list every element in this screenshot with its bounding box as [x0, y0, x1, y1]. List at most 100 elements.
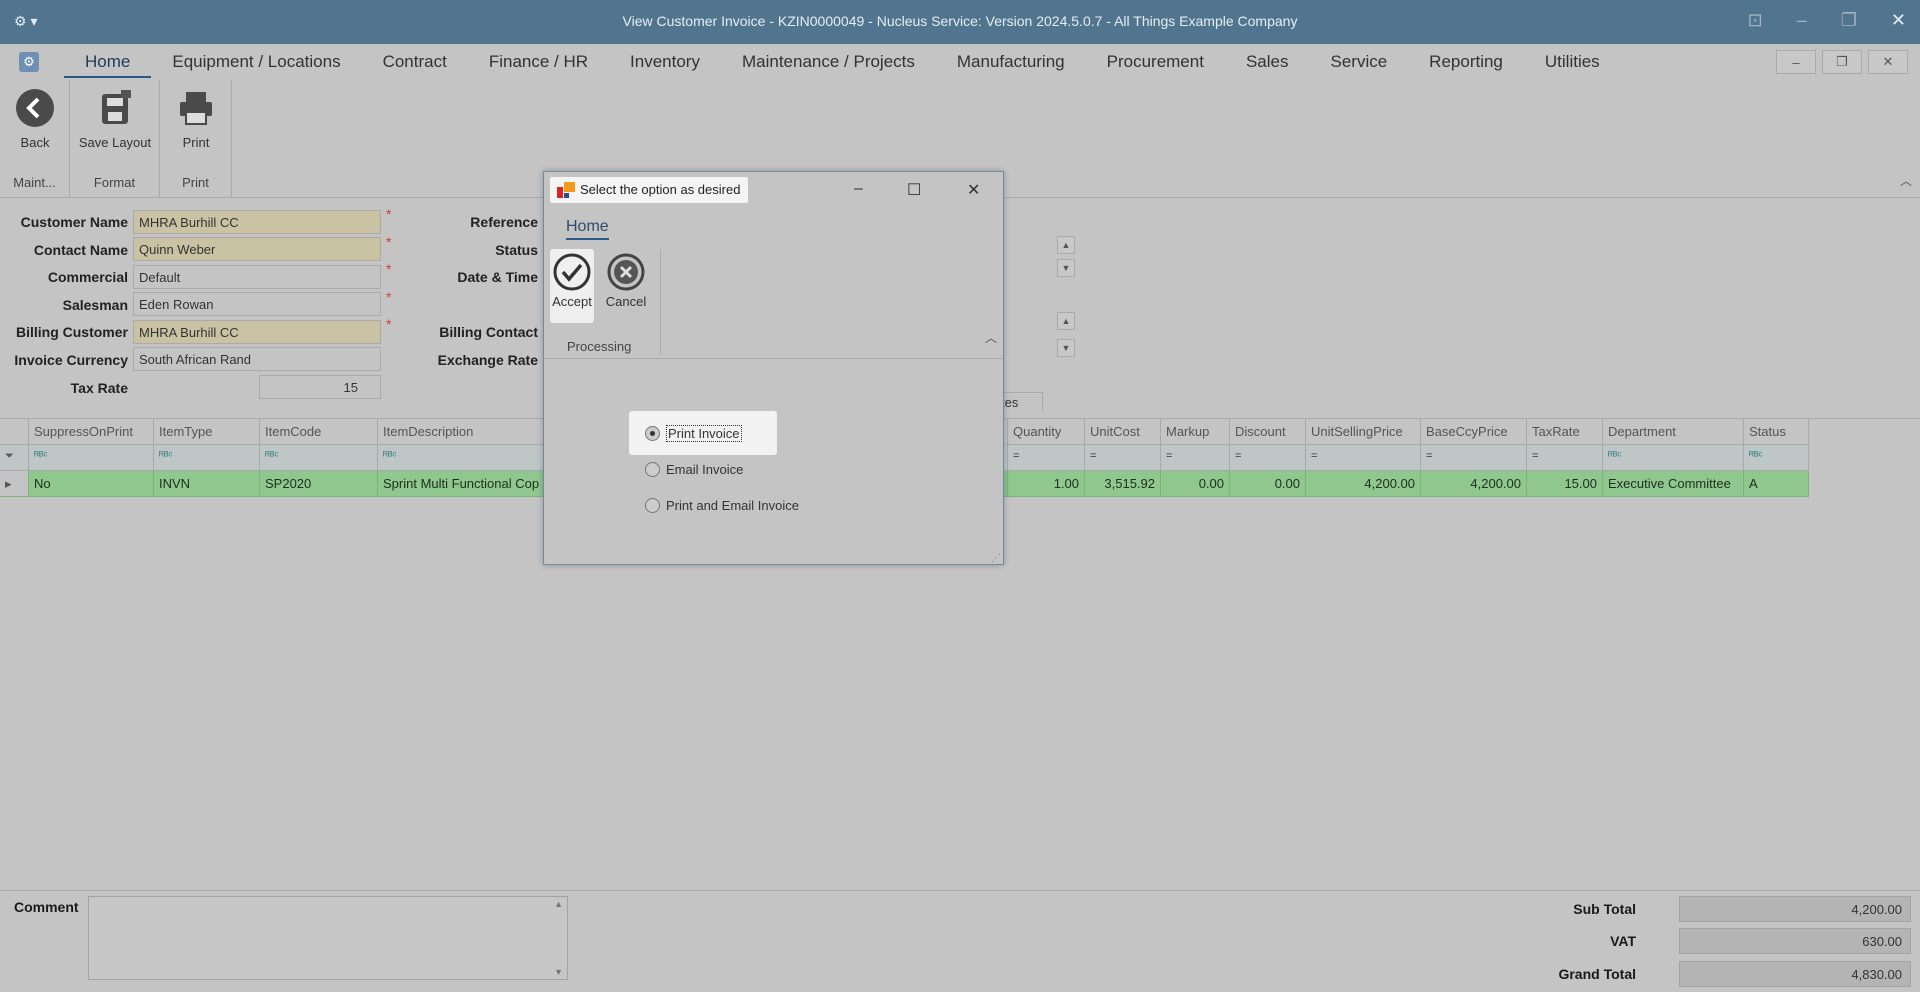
- scroll-down-icon[interactable]: ▼: [1057, 339, 1075, 357]
- filter-cell[interactable]: ᴿᴮᶜ: [1603, 445, 1744, 471]
- filter-cell[interactable]: =: [1306, 445, 1421, 471]
- tab-inventory[interactable]: Inventory: [609, 52, 721, 78]
- close-icon[interactable]: ✕: [1891, 10, 1906, 31]
- exchange-rate-label: Exchange Rate: [437, 352, 538, 368]
- radio-button-icon[interactable]: [645, 498, 660, 513]
- contact-name-field[interactable]: Quinn Weber: [133, 237, 381, 261]
- tax-rate-spinner[interactable]: 15: [259, 375, 381, 399]
- column-header[interactable]: Department: [1603, 419, 1744, 445]
- tab-procurement[interactable]: Procurement: [1086, 52, 1225, 78]
- cancel-label: Cancel: [605, 294, 647, 309]
- filter-cell[interactable]: =: [1527, 445, 1603, 471]
- save-layout-icon: [102, 90, 131, 124]
- filter-cell[interactable]: =: [1230, 445, 1306, 471]
- restore-icon[interactable]: ⊡: [1748, 10, 1763, 31]
- filter-cell[interactable]: =: [1161, 445, 1230, 471]
- minimize-icon[interactable]: –: [854, 180, 863, 198]
- tab-home[interactable]: Home: [64, 52, 152, 78]
- status-label: Status: [495, 242, 538, 258]
- column-header[interactable]: SuppressOnPrint: [29, 419, 154, 445]
- mdi-close-icon[interactable]: ✕: [1868, 50, 1908, 74]
- cancel-button[interactable]: Cancel: [604, 249, 648, 323]
- radio-button-icon[interactable]: [645, 462, 660, 477]
- app-icon[interactable]: ⚙: [19, 52, 39, 72]
- tab-utilities[interactable]: Utilities: [1524, 52, 1621, 78]
- table-cell[interactable]: 1.00: [1008, 471, 1085, 497]
- save-layout-button[interactable]: Save Layout: [76, 88, 154, 150]
- column-header[interactable]: ItemCode: [260, 419, 378, 445]
- maximize-icon[interactable]: ☐: [907, 180, 921, 200]
- radio-print-and-email-invoice[interactable]: Print and Email Invoice: [645, 498, 799, 513]
- scroll-up-icon[interactable]: ▲: [554, 899, 563, 909]
- maximize-icon[interactable]: ❐: [1841, 10, 1857, 31]
- filter-cell[interactable]: =: [1421, 445, 1527, 471]
- column-header[interactable]: UnitCost: [1085, 419, 1161, 445]
- group-label-maint: Maint...: [13, 175, 56, 190]
- column-header[interactable]: BaseCcyPrice: [1421, 419, 1527, 445]
- invoice-currency-select[interactable]: South African Rand: [133, 347, 381, 371]
- commercial-select[interactable]: Default: [133, 265, 381, 289]
- column-header[interactable]: TaxRate: [1527, 419, 1603, 445]
- table-cell[interactable]: A: [1744, 471, 1809, 497]
- table-cell[interactable]: SP2020: [260, 471, 378, 497]
- tab-maintenance-projects[interactable]: Maintenance / Projects: [721, 52, 936, 78]
- accept-button[interactable]: Accept: [550, 249, 594, 323]
- resize-grip-icon[interactable]: ⋰: [991, 553, 1001, 564]
- print-button[interactable]: Print: [176, 88, 216, 150]
- back-button[interactable]: Back: [14, 88, 56, 150]
- table-cell[interactable]: INVN: [154, 471, 260, 497]
- mdi-minimize-icon[interactable]: –: [1776, 50, 1816, 74]
- filter-cell[interactable]: ᴿᴮᶜ: [154, 445, 260, 471]
- close-icon[interactable]: ✕: [967, 180, 980, 200]
- tab-sales[interactable]: Sales: [1225, 52, 1310, 78]
- table-cell[interactable]: No: [29, 471, 154, 497]
- billing-customer-field[interactable]: MHRA Burhill CC: [133, 320, 381, 344]
- tab-service[interactable]: Service: [1309, 52, 1408, 78]
- reference-label: Reference: [470, 214, 538, 230]
- radio-email-invoice[interactable]: Email Invoice: [645, 462, 743, 477]
- column-header[interactable]: Status: [1744, 419, 1809, 445]
- filter-cell[interactable]: ᴿᴮᶜ: [29, 445, 154, 471]
- comment-textarea[interactable]: ▲ ▼: [88, 896, 568, 980]
- scroll-up-icon[interactable]: ▲: [1057, 236, 1075, 254]
- table-cell[interactable]: 4,200.00: [1306, 471, 1421, 497]
- collapse-ribbon-icon[interactable]: ︿: [1900, 172, 1912, 189]
- mdi-restore-icon[interactable]: ❐: [1822, 50, 1862, 74]
- dialog-tab-home[interactable]: Home: [566, 218, 609, 240]
- column-header[interactable]: Discount: [1230, 419, 1306, 445]
- tab-reporting[interactable]: Reporting: [1408, 52, 1524, 78]
- column-header[interactable]: Quantity: [1008, 419, 1085, 445]
- column-header[interactable]: ItemType: [154, 419, 260, 445]
- table-cell[interactable]: 4,200.00: [1421, 471, 1527, 497]
- minimize-icon[interactable]: –: [1797, 10, 1807, 31]
- radio-label: Print and Email Invoice: [666, 498, 799, 513]
- contact-name-label: Contact Name: [33, 242, 128, 258]
- filter-icon[interactable]: ⏷: [0, 445, 29, 471]
- vat-value: 630.00: [1679, 928, 1911, 954]
- filter-cell[interactable]: ᴿᴮᶜ: [260, 445, 378, 471]
- filter-cell[interactable]: ᴿᴮᶜ: [1744, 445, 1809, 471]
- scroll-up-icon[interactable]: ▲: [1057, 312, 1075, 330]
- filter-cell[interactable]: =: [1008, 445, 1085, 471]
- sub-total-value: 4,200.00: [1679, 896, 1911, 922]
- row-indicator[interactable]: ▸: [0, 471, 29, 497]
- table-cell[interactable]: 0.00: [1161, 471, 1230, 497]
- filter-cell[interactable]: =: [1085, 445, 1161, 471]
- salesman-select[interactable]: Eden Rowan: [133, 292, 381, 316]
- tab-manufacturing[interactable]: Manufacturing: [936, 52, 1086, 78]
- table-cell[interactable]: 15.00: [1527, 471, 1603, 497]
- scroll-down-icon[interactable]: ▼: [554, 967, 563, 977]
- tab-finance-hr[interactable]: Finance / HR: [468, 52, 609, 78]
- table-cell[interactable]: Executive Committee: [1603, 471, 1744, 497]
- collapse-ribbon-icon[interactable]: ︿: [985, 329, 997, 346]
- table-cell[interactable]: 0.00: [1230, 471, 1306, 497]
- scroll-down-icon[interactable]: ▼: [1057, 259, 1075, 277]
- tab-contract[interactable]: Contract: [362, 52, 468, 78]
- tab-equipment-locations[interactable]: Equipment / Locations: [151, 52, 361, 78]
- radio-print-invoice[interactable]: Print Invoice: [645, 425, 742, 442]
- table-cell[interactable]: 3,515.92: [1085, 471, 1161, 497]
- column-header[interactable]: UnitSellingPrice: [1306, 419, 1421, 445]
- customer-name-field[interactable]: MHRA Burhill CC: [133, 210, 381, 234]
- radio-button-icon[interactable]: [645, 426, 660, 441]
- column-header[interactable]: Markup: [1161, 419, 1230, 445]
